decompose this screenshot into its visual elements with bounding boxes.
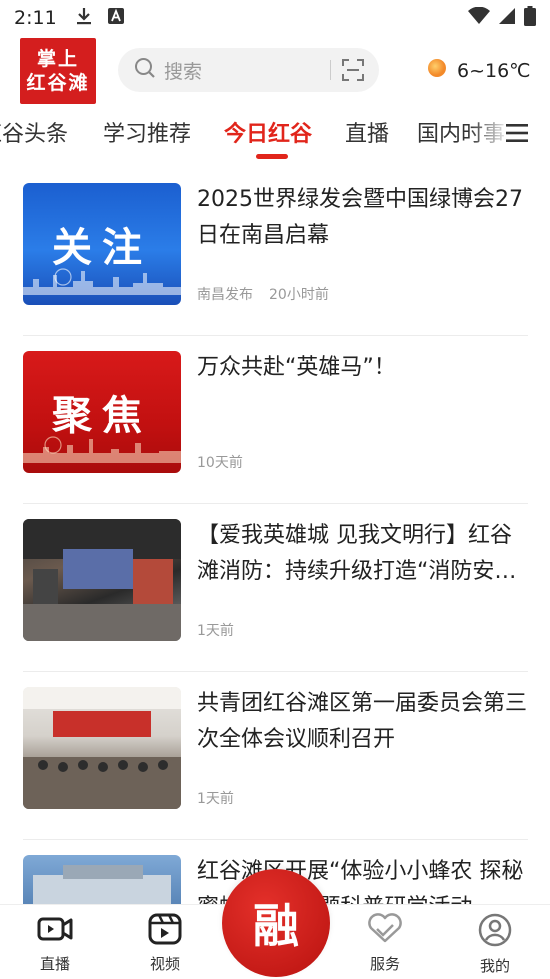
- video-play-icon: [148, 913, 182, 949]
- menu-icon[interactable]: [506, 122, 528, 144]
- news-title: 万众共赴“英雄马”！: [197, 355, 396, 380]
- logo-line-1: 掌上: [36, 48, 79, 70]
- download-icon: [75, 6, 93, 31]
- app-header: 掌上 红谷滩 搜索 6~16℃: [0, 36, 550, 106]
- news-thumbnail: 聚焦: [23, 351, 181, 473]
- nav-service-label: 服务: [369, 955, 400, 973]
- nav-live-label: 直播: [39, 955, 70, 973]
- tab-hongu-headlines[interactable]: 红谷头条: [0, 116, 68, 148]
- news-item[interactable]: 关注 2025世界绿发会暨中国绿博会27日在南昌启幕 南昌发布 20小时前: [23, 168, 528, 336]
- nav-mine[interactable]: 我的: [460, 913, 530, 976]
- news-meta: 1天前: [197, 620, 234, 640]
- notification-a-icon: [107, 7, 125, 30]
- scan-icon[interactable]: [341, 58, 365, 86]
- weather-sun-icon: [425, 56, 449, 85]
- active-tab-indicator: [256, 154, 288, 159]
- news-item[interactable]: 【爱我英雄城 见我文明行】红谷滩消防：持续升级打造“消防安全示范街区” 1天前: [23, 504, 528, 672]
- search-divider: [330, 60, 331, 80]
- nav-service[interactable]: 服务: [350, 913, 420, 974]
- logo-line-2: 红谷滩: [26, 72, 90, 94]
- tab-today-hongu[interactable]: 今日红谷: [224, 116, 312, 148]
- tab-study-recommend[interactable]: 学习推荐: [103, 116, 191, 148]
- news-thumbnail: [23, 687, 181, 809]
- news-thumbnail: 关注: [23, 183, 181, 305]
- service-handshake-icon: [367, 913, 403, 949]
- news-item[interactable]: 共青团红谷滩区第一届委员会第三次全体会议顺利召开 1天前: [23, 672, 528, 840]
- news-time: 1天前: [197, 791, 234, 807]
- news-source: 南昌发布: [197, 287, 253, 303]
- app-logo[interactable]: 掌上 红谷滩: [20, 38, 96, 104]
- tab-live[interactable]: 直播: [345, 116, 389, 148]
- news-time: 1天前: [197, 623, 234, 639]
- nav-center-label: 融: [253, 899, 299, 953]
- news-time: 10天前: [197, 455, 243, 471]
- nav-video-label: 视频: [149, 955, 180, 973]
- meeting-photo: [23, 687, 181, 809]
- news-meta: 10天前: [197, 452, 243, 472]
- nav-mine-label: 我的: [479, 957, 510, 975]
- category-tabs: 红谷头条 学习推荐 今日红谷 直播 国内时事: [0, 106, 550, 162]
- search-input[interactable]: 搜索: [118, 48, 379, 92]
- tab-fade: [470, 106, 510, 162]
- news-title: 共青团红谷滩区第一届委员会第三次全体会议顺利召开: [197, 691, 527, 752]
- news-title: 2025世界绿发会暨中国绿博会27日在南昌启幕: [197, 187, 523, 248]
- live-video-icon: [37, 913, 73, 949]
- search-placeholder: 搜索: [164, 60, 203, 83]
- user-profile-icon: [478, 913, 512, 951]
- search-icon: [134, 57, 156, 83]
- status-bar: 2:11: [0, 0, 550, 36]
- skyline-graphic: [23, 436, 181, 463]
- nav-center-rong-button[interactable]: 融: [222, 869, 330, 977]
- wifi-icon: [468, 6, 490, 30]
- weather-widget[interactable]: 6~16℃: [425, 56, 531, 85]
- signal-icon: [498, 7, 516, 30]
- weather-temperature: 6~16℃: [457, 59, 531, 82]
- news-thumbnail: [23, 519, 181, 641]
- nav-video[interactable]: 视频: [130, 913, 200, 974]
- status-time: 2:11: [14, 7, 57, 29]
- fire-station-photo: [23, 519, 181, 641]
- news-title: 【爱我英雄城 见我文明行】红谷滩消防：持续升级打造“消防安全示范街区”: [197, 523, 517, 584]
- battery-icon: [524, 5, 536, 31]
- nav-live[interactable]: 直播: [20, 913, 90, 974]
- news-meta: 1天前: [197, 788, 234, 808]
- skyline-graphic: [23, 268, 181, 295]
- news-item[interactable]: 聚焦 万众共赴“英雄马”！ 10天前: [23, 336, 528, 504]
- news-meta: 南昌发布 20小时前: [197, 284, 329, 304]
- news-time: 20小时前: [269, 287, 329, 303]
